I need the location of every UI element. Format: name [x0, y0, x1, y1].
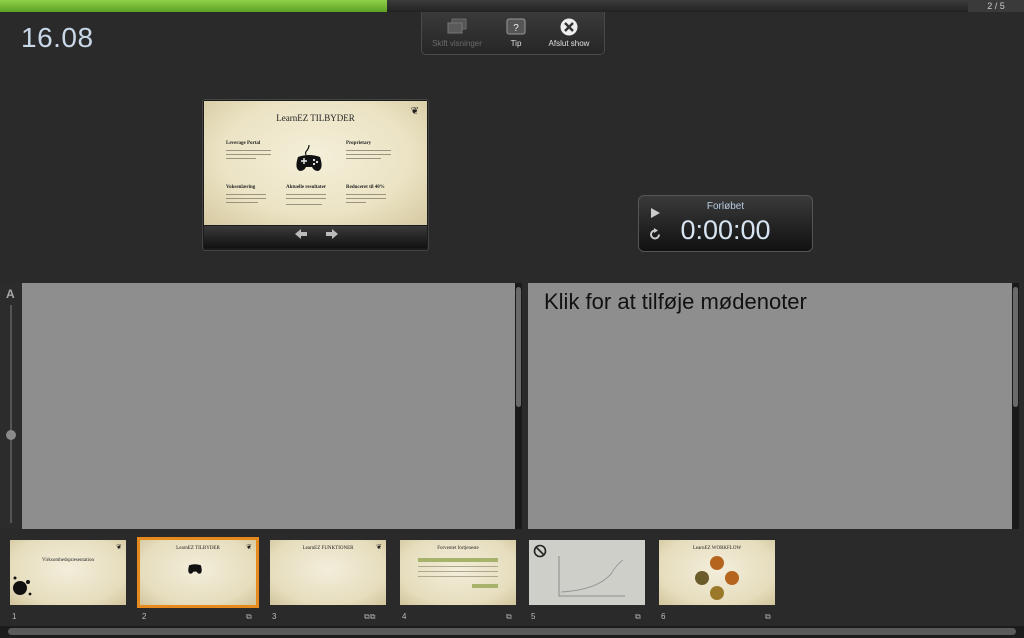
build-icon: ⧉ — [246, 612, 252, 621]
notes-placeholder[interactable]: Klik for at tilføje mødenoter — [544, 289, 807, 315]
svg-text:?: ? — [513, 23, 519, 34]
skipped-slide-icon — [533, 544, 547, 563]
logo-icon: ❦ — [376, 544, 382, 551]
logo-icon: ❦ — [246, 544, 252, 551]
build-icon: ⧉ — [765, 612, 771, 621]
clock: 16.08 — [21, 22, 94, 53]
slider-track — [10, 305, 12, 523]
progress-fill — [0, 0, 388, 12]
thumbnail-title: Virksomhedspræsentation — [42, 558, 94, 563]
switch-displays-button[interactable]: Skift visninger — [427, 16, 487, 52]
gamepad-icon — [187, 562, 203, 580]
thumbnail-title: Forventet fortjeneste — [437, 546, 479, 551]
font-size-slider[interactable]: A — [0, 283, 22, 529]
logo-icon: ❦ — [410, 106, 419, 117]
presenter-notes-left-panel[interactable] — [22, 283, 515, 529]
slide-section-2: Proprietary — [346, 141, 372, 146]
slide-thumbnail-6[interactable]: LearnEZ WORKFLOW — [659, 540, 775, 605]
slide-section-4: Aktuelle resultater — [286, 185, 327, 190]
slide-section-5: Reduceret til 40% — [346, 185, 385, 190]
slide-thumbnail-strip: Virksomhedspræsentation ❦ 1 LearnEZ TILB… — [0, 530, 1024, 626]
next-arrow-icon[interactable] — [325, 228, 339, 243]
build-icon: ⧉ — [635, 612, 641, 621]
current-slide-preview: LearnEZ TILBYDER ❦ Leverage Portal Propr… — [202, 99, 429, 251]
transition-icon: ⧉⧉ — [364, 612, 376, 621]
thumbnail-number: 6 — [661, 612, 666, 621]
presenter-toolbar: Skift visninger ? Tip Afslut show — [421, 12, 605, 55]
left-panel-scroll-thumb[interactable] — [516, 287, 521, 407]
mini-chart-icon — [558, 556, 625, 597]
slide-title: LearnEZ TILBYDER — [276, 113, 355, 123]
presenter-notes-panel[interactable]: Klik for at tilføje mødenoter — [528, 283, 1012, 529]
current-slide-image: LearnEZ TILBYDER ❦ Leverage Portal Propr… — [204, 101, 427, 225]
help-icon: ? — [486, 18, 546, 36]
slide-thumbnail-2[interactable]: LearnEZ TILBYDER ❦ — [137, 537, 259, 608]
ink-splatter-icon — [12, 574, 34, 605]
build-icon: ⧉ — [506, 612, 512, 621]
font-size-label: A — [6, 287, 15, 301]
slide-section-1: Leverage Portal — [226, 141, 261, 146]
left-panel-scrollbar[interactable] — [515, 283, 522, 529]
slide-nav-bar — [204, 226, 427, 248]
thumbnail-number: 1 — [12, 612, 17, 621]
tip-button[interactable]: ? Tip — [486, 16, 546, 52]
gamepad-icon — [294, 144, 324, 178]
logo-icon: ❦ — [116, 544, 122, 551]
thumbnail-title: LearnEZ TILBYDER — [176, 546, 220, 551]
right-panel-scrollbar[interactable] — [1012, 283, 1019, 529]
progress-bar — [0, 0, 1024, 12]
prev-arrow-icon[interactable] — [294, 228, 308, 243]
slide-thumbnail-3[interactable]: LearnEZ FUNKTIONER ❦ — [270, 540, 386, 605]
end-show-label: Afslut show — [548, 39, 590, 48]
tip-label: Tip — [510, 39, 522, 48]
end-show-button[interactable]: Afslut show — [539, 16, 599, 52]
workflow-icon — [695, 556, 739, 600]
slide-thumbnail-5[interactable] — [529, 540, 645, 605]
thumbnail-title: LearnEZ FUNKTIONER — [302, 546, 354, 551]
timer-label: Forløbet — [706, 201, 745, 212]
switch-displays-label: Skift visninger — [432, 39, 482, 48]
thumbnail-number: 4 — [402, 612, 407, 621]
close-circle-icon — [539, 18, 599, 36]
slide-thumbnail-1[interactable]: Virksomhedspræsentation ❦ — [10, 540, 126, 605]
right-panel-scroll-thumb[interactable] — [1013, 287, 1018, 407]
thumbnail-scroll-thumb[interactable] — [8, 628, 1016, 635]
displays-icon — [427, 18, 487, 36]
slide-thumbnail-4[interactable]: Forventet fortjeneste — [400, 540, 516, 605]
thumbnail-number: 5 — [531, 612, 536, 621]
thumbnail-title: LearnEZ WORKFLOW — [692, 546, 742, 551]
slide-counter: 2 / 5 — [968, 0, 1024, 12]
thumbnail-scrollbar[interactable] — [0, 626, 1024, 638]
slider-handle[interactable] — [6, 430, 16, 440]
thumbnail-number: 3 — [272, 612, 277, 621]
slide-section-3: Voksenlæring — [226, 185, 256, 190]
thumbnail-number: 2 — [142, 612, 147, 621]
timer-value: 0:00:00 — [680, 215, 771, 245]
elapsed-timer: Forløbet 0:00:00 — [638, 195, 813, 252]
